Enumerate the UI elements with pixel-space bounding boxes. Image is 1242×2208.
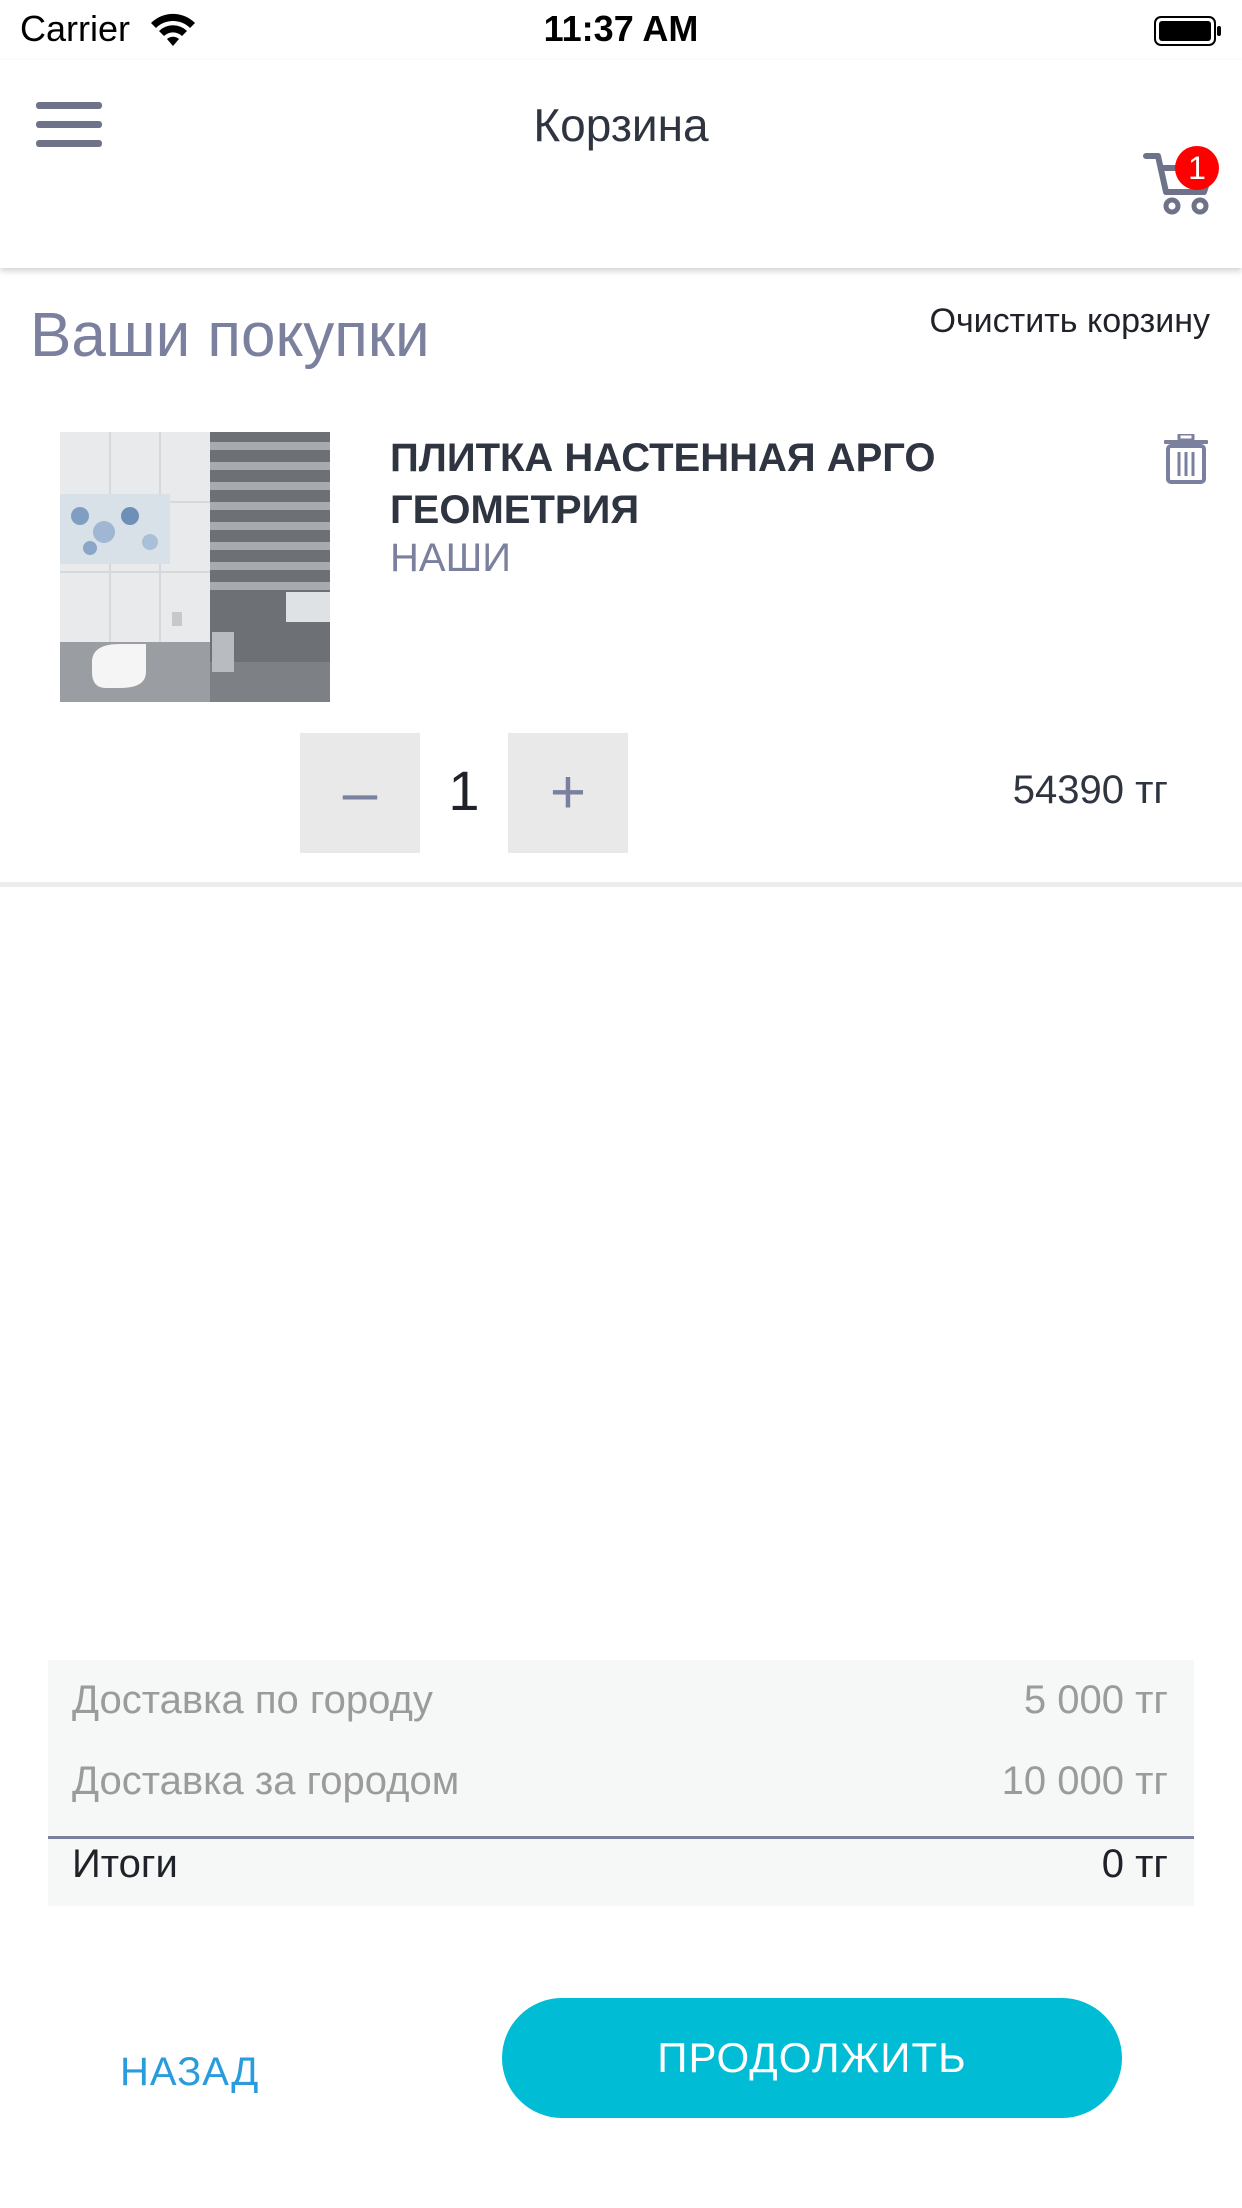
delivery-city-value: 5 000 тг	[1023, 1678, 1168, 1722]
plus-label: +	[549, 758, 587, 827]
totals-divider	[48, 1836, 1194, 1839]
delivery-outside-label: Доставка за городом	[72, 1759, 460, 1803]
clear-cart-button[interactable]: Очистить корзину	[930, 302, 1211, 341]
quantity-decrease-button[interactable]: –	[300, 733, 420, 853]
total-label: Итоги	[72, 1842, 178, 1886]
quantity-increase-button[interactable]: +	[508, 733, 628, 853]
delivery-city-label: Доставка по городу	[72, 1678, 433, 1722]
item-price: 54390 тг	[1012, 768, 1168, 812]
continue-button[interactable]: ПРОДОЛЖИТЬ	[502, 1998, 1122, 2118]
status-bar: Carrier 11:37 AM	[0, 0, 1242, 60]
back-button[interactable]: НАЗАД	[120, 2050, 259, 2095]
section-title: Ваши покупки	[30, 301, 430, 370]
product-name: ПЛИТКА НАСТЕННАЯ АРГО ГЕОМЕТРИЯ	[390, 436, 936, 532]
quantity-value: 1	[448, 759, 480, 822]
cart-count-badge: 1	[1175, 146, 1219, 190]
page-title: Корзина	[533, 99, 709, 151]
trash-icon[interactable]	[1162, 434, 1210, 484]
product-brand: НАШИ	[390, 536, 511, 580]
totals-panel: Доставка по городу 5 000 тг Доставка за …	[48, 1660, 1194, 1906]
minus-label: –	[342, 758, 378, 827]
status-time: 11:37 AM	[543, 8, 699, 49]
product-image	[60, 432, 330, 702]
delivery-outside-value: 10 000 тг	[1001, 1759, 1168, 1803]
row-divider	[0, 882, 1242, 887]
total-value: 0 тг	[1101, 1842, 1168, 1886]
app-header	[0, 60, 1242, 268]
battery-icon	[1154, 16, 1221, 46]
